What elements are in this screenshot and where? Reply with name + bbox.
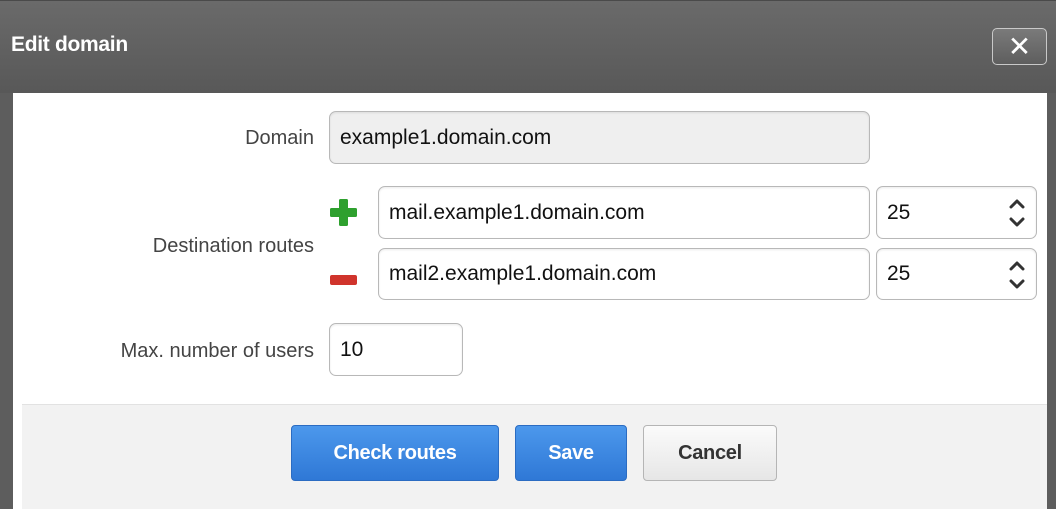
spin-arrows-icon[interactable] bbox=[1006, 193, 1028, 233]
cancel-label: Cancel bbox=[678, 441, 742, 464]
dialog-border-right bbox=[1047, 93, 1056, 509]
destination-routes-label: Destination routes bbox=[152, 235, 314, 257]
spin-arrows-icon[interactable] bbox=[1006, 255, 1028, 295]
dialog-title: Edit domain bbox=[11, 33, 128, 56]
edit-domain-dialog: Edit domain ✕ Domain example1.domain.com… bbox=[0, 0, 1056, 509]
route-port-spinner[interactable]: 25 bbox=[876, 186, 1037, 239]
check-routes-label: Check routes bbox=[333, 441, 457, 464]
check-routes-button[interactable]: Check routes bbox=[291, 425, 499, 481]
footer-edge bbox=[13, 404, 22, 509]
minus-icon[interactable] bbox=[330, 275, 357, 285]
save-button[interactable]: Save bbox=[515, 425, 627, 481]
max-users-label: Max. number of users bbox=[120, 340, 314, 362]
route-host-input[interactable]: mail.example1.domain.com bbox=[378, 186, 870, 239]
save-label: Save bbox=[548, 441, 594, 464]
route-port-value: 25 bbox=[887, 262, 911, 285]
cancel-button[interactable]: Cancel bbox=[643, 425, 777, 481]
max-users-value: 10 bbox=[340, 337, 364, 361]
max-users-input[interactable]: 10 bbox=[329, 323, 463, 376]
domain-field: example1.domain.com bbox=[329, 111, 870, 164]
domain-label: Domain bbox=[245, 127, 314, 149]
route-host-input[interactable]: mail2.example1.domain.com bbox=[378, 248, 870, 300]
domain-value: example1.domain.com bbox=[340, 125, 552, 149]
plus-icon[interactable] bbox=[330, 199, 357, 226]
route-host-value: mail2.example1.domain.com bbox=[389, 262, 657, 285]
dialog-border-left bbox=[0, 93, 13, 509]
route-host-value: mail.example1.domain.com bbox=[389, 200, 645, 224]
route-port-value: 25 bbox=[887, 200, 911, 224]
close-icon: ✕ bbox=[1007, 30, 1032, 62]
close-button[interactable]: ✕ bbox=[992, 28, 1047, 65]
route-port-spinner[interactable]: 25 bbox=[876, 248, 1037, 300]
dialog-title-bar[interactable]: Edit domain ✕ bbox=[0, 0, 1056, 93]
